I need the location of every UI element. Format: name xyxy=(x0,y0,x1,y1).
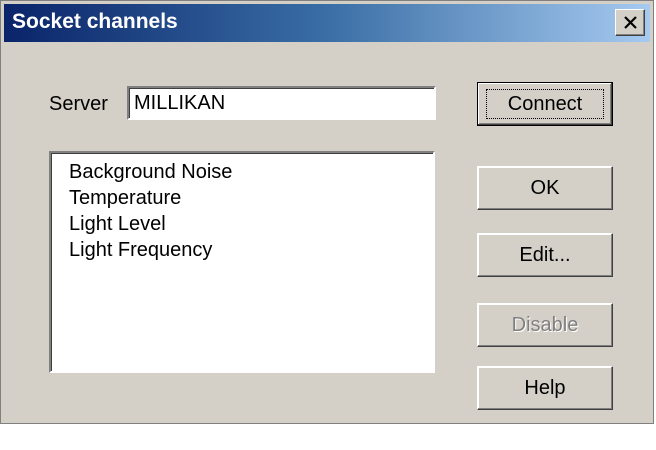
edit-button[interactable]: Edit... xyxy=(477,233,613,277)
close-icon xyxy=(624,16,637,29)
help-button[interactable]: Help xyxy=(477,366,613,410)
socket-channels-dialog: Socket channels Server Background Noise … xyxy=(0,0,654,424)
window-title: Socket channels xyxy=(12,10,178,33)
ok-button[interactable]: OK xyxy=(477,166,613,210)
connect-button[interactable]: Connect xyxy=(477,82,613,126)
title-bar[interactable]: Socket channels xyxy=(4,4,650,42)
server-input[interactable] xyxy=(127,86,436,120)
channel-list[interactable]: Background Noise Temperature Light Level… xyxy=(49,151,435,373)
list-item[interactable]: Temperature xyxy=(69,185,433,211)
server-label: Server xyxy=(49,93,108,115)
list-item[interactable]: Background Noise xyxy=(69,159,433,185)
close-button[interactable] xyxy=(615,9,645,36)
list-item[interactable]: Light Level xyxy=(69,211,433,237)
disable-button[interactable]: Disable xyxy=(477,303,613,347)
connect-button-label: Connect xyxy=(486,89,604,119)
list-item[interactable]: Light Frequency xyxy=(69,237,433,263)
